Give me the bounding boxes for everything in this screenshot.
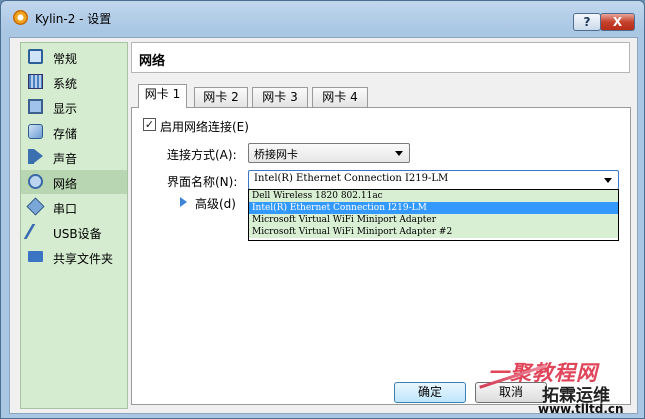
tab-adapter-2[interactable]: 网卡 2	[194, 87, 248, 107]
dialog-body: 常规 系统 显示 存储 声音 网络 串口 USB设备 共享文件夹 网络 网卡 1…	[9, 37, 638, 414]
adapter-name-label: 界面名称(N):	[167, 175, 238, 189]
sidebar-item-label: 声音	[53, 152, 78, 166]
close-button[interactable]: X	[600, 13, 635, 31]
dropdown-option[interactable]: Microsoft Virtual WiFi Miniport Adapter	[249, 214, 618, 226]
tab-adapter-1[interactable]: 网卡 1	[138, 84, 187, 108]
cancel-button[interactable]: 取消	[475, 382, 547, 403]
sidebar-item-label: 共享文件夹	[53, 252, 114, 266]
enable-adapter-checkbox[interactable]: ✓	[143, 118, 156, 131]
sidebar-item-general[interactable]: 常规	[21, 45, 127, 69]
title-bar[interactable]: Kylin-2 - 设置 ? X	[1, 1, 644, 33]
attached-to-value: 桥接网卡	[254, 148, 298, 161]
help-button[interactable]: ?	[573, 13, 601, 31]
folder-icon	[28, 251, 43, 262]
motherboard-icon	[28, 74, 43, 89]
advanced-label[interactable]: 高级(d)	[195, 195, 236, 212]
sidebar-item-label: 常规	[53, 52, 78, 66]
dropdown-option[interactable]: Dell Wireless 1820 802.11ac	[249, 190, 618, 202]
sidebar-item-display[interactable]: 显示	[21, 95, 127, 119]
settings-main: 网络 网卡 1 网卡 2 网卡 3 网卡 4 ✓ 启用网络连接(E) 连接方式(…	[131, 42, 631, 409]
tab-adapter-4[interactable]: 网卡 4	[312, 87, 368, 107]
network-icon	[28, 174, 43, 189]
sidebar-item-label: 系统	[53, 77, 78, 91]
dropdown-option[interactable]: Microsoft Virtual WiFi Miniport Adapter …	[249, 226, 618, 238]
speaker-icon	[28, 149, 43, 164]
sidebar-item-label: USB设备	[53, 227, 102, 241]
adapter-name-value: Intel(R) Ethernet Connection I219-LM	[254, 173, 449, 184]
attached-to-label: 连接方式(A):	[167, 148, 237, 162]
adapter-name-dropdown: Dell Wireless 1820 802.11ac Intel(R) Eth…	[248, 189, 619, 241]
sidebar-item-label: 串口	[53, 202, 78, 216]
adapter-name-select[interactable]: Intel(R) Ethernet Connection I219-LM	[248, 170, 619, 190]
display-icon	[28, 99, 43, 114]
settings-window: Kylin-2 - 设置 ? X 常规 系统 显示 存储 声音 网络 串口 US…	[0, 0, 645, 419]
sidebar-item-serial[interactable]: 串口	[21, 195, 127, 219]
attached-to-select[interactable]: 桥接网卡	[248, 143, 410, 163]
expand-arrow-icon[interactable]	[180, 197, 187, 207]
chevron-down-icon	[395, 151, 403, 156]
sidebar-item-shared-folders[interactable]: 共享文件夹	[21, 245, 127, 269]
enable-adapter-label: 启用网络连接(E)	[160, 120, 249, 134]
sidebar-item-usb[interactable]: USB设备	[21, 220, 127, 244]
sidebar-item-system[interactable]: 系统	[21, 70, 127, 94]
usb-icon	[23, 224, 48, 239]
sidebar-item-storage[interactable]: 存储	[21, 120, 127, 144]
settings-sidebar: 常规 系统 显示 存储 声音 网络 串口 USB设备 共享文件夹	[20, 42, 128, 409]
chevron-down-icon	[604, 178, 612, 183]
ok-button[interactable]: 确定	[394, 382, 466, 403]
monitor-icon	[28, 49, 43, 64]
virtualbox-icon	[13, 10, 28, 25]
sidebar-item-label: 网络	[53, 177, 78, 191]
serial-port-icon	[26, 197, 45, 216]
sidebar-item-label: 存储	[53, 127, 78, 141]
storage-icon	[28, 124, 43, 139]
sidebar-item-audio[interactable]: 声音	[21, 145, 127, 169]
sidebar-item-label: 显示	[53, 102, 78, 116]
sidebar-item-network[interactable]: 网络	[21, 170, 127, 194]
adapter-panel: ✓ 启用网络连接(E) 连接方式(A): 桥接网卡 界面名称(N): Intel…	[131, 107, 631, 405]
page-title: 网络	[131, 42, 630, 73]
dropdown-option-selected[interactable]: Intel(R) Ethernet Connection I219-LM	[249, 202, 618, 214]
window-title: Kylin-2 - 设置	[35, 12, 112, 26]
tab-adapter-3[interactable]: 网卡 3	[252, 87, 308, 107]
